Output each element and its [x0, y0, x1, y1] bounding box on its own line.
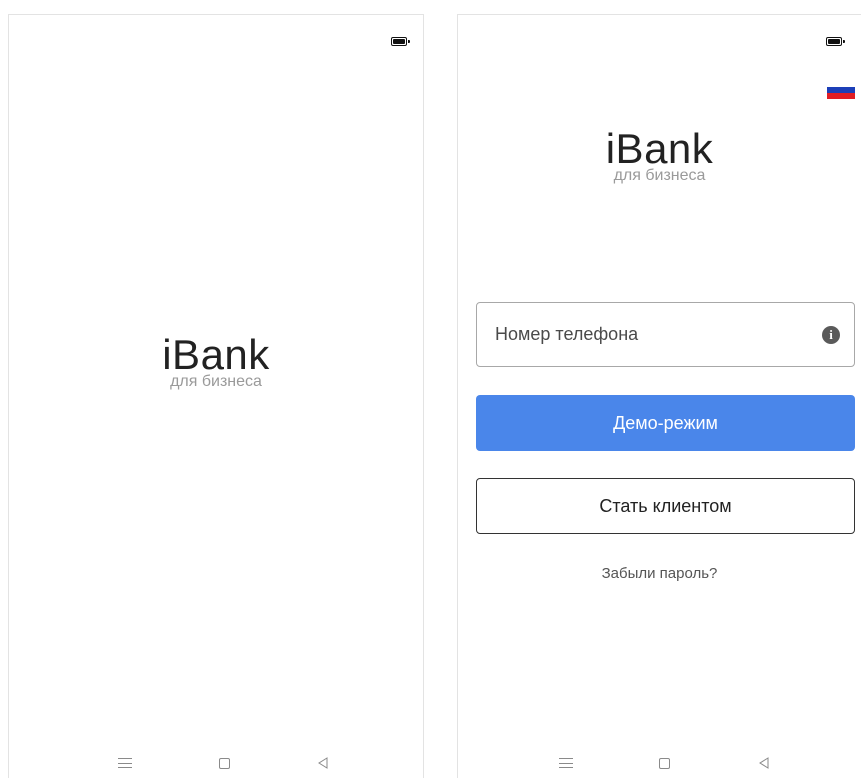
battery-icon [826, 37, 845, 46]
back-icon [317, 757, 329, 769]
system-nav-bar [458, 751, 861, 775]
menu-icon [118, 758, 132, 768]
phone-input[interactable] [495, 324, 822, 345]
back-icon [758, 757, 770, 769]
splash-screen: iBank для бизнеса [8, 14, 424, 778]
brand-tagline: для бизнеса [170, 373, 262, 390]
menu-icon [559, 758, 573, 768]
info-icon[interactable]: i [822, 325, 840, 344]
nav-home-button[interactable] [652, 751, 676, 775]
system-nav-bar [9, 751, 423, 775]
nav-back-button[interactable] [752, 751, 776, 775]
become-client-button[interactable]: Стать клиентом [476, 478, 855, 534]
nav-menu-button[interactable] [113, 751, 137, 775]
login-logo: iBank для бизнеса [458, 127, 861, 185]
forgot-password-link[interactable]: Забыли пароль? [458, 565, 861, 582]
splash-logo: iBank для бизнеса [9, 333, 423, 391]
nav-menu-button[interactable] [554, 751, 578, 775]
brand-name: iBank [605, 125, 714, 172]
russia-flag-icon[interactable] [827, 81, 855, 99]
home-icon [218, 757, 230, 769]
brand-tagline: для бизнеса [613, 167, 706, 184]
login-screen: iBank для бизнеса i Демо-режим Стать кли… [457, 14, 861, 778]
brand-name: iBank [162, 331, 270, 378]
phone-field[interactable]: i [476, 302, 855, 367]
demo-mode-button[interactable]: Демо-режим [476, 395, 855, 451]
nav-back-button[interactable] [311, 751, 335, 775]
battery-icon [391, 37, 410, 46]
nav-home-button[interactable] [212, 751, 236, 775]
home-icon [658, 757, 670, 769]
